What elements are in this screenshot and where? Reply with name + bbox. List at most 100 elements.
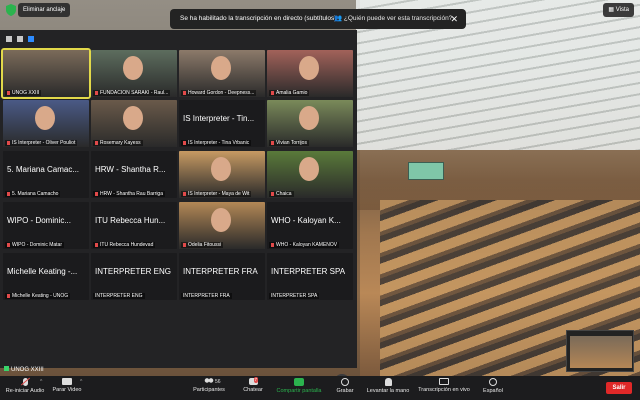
participant-name-text: Vivian Torrijos	[276, 140, 307, 146]
mic-muted-icon	[95, 91, 98, 95]
participant-tile[interactable]: Chaica	[267, 151, 353, 198]
share-screen-button[interactable]: Compartir pantalla	[274, 378, 324, 394]
participants-button[interactable]: Participantes	[190, 378, 228, 393]
participant-name-text: INTERPRETER SPA	[271, 293, 318, 299]
participant-tile[interactable]: Vivian Torrijos	[267, 100, 353, 147]
participant-name-label: Vivian Torrijos	[269, 140, 309, 146]
participant-name-large: INTERPRETER FRA	[183, 267, 258, 276]
participant-tile[interactable]: Odelia Fitoussi	[179, 202, 265, 249]
mic-muted-icon	[183, 192, 186, 196]
participant-name-text: Amalia Gamio	[276, 90, 308, 96]
mic-muted-icon	[271, 192, 274, 196]
participant-tile[interactable]: HRW - Shantha R... HRW - Shantha Rau Barr…	[91, 151, 177, 198]
video-button[interactable]: Parar Video	[50, 378, 84, 393]
participants-count: 56	[215, 379, 221, 385]
participant-name-large: INTERPRETER ENG	[95, 267, 172, 276]
participants-label: Participantes	[193, 387, 225, 393]
participant-name-large: WIPO - Dominic...	[7, 216, 72, 225]
grid-icon: ▦	[608, 7, 616, 13]
record-icon	[341, 378, 349, 386]
participant-tile[interactable]: INTERPRETER ENG INTERPRETER ENG	[91, 253, 177, 300]
participant-face	[211, 208, 231, 232]
participant-name-label: WIPO - Dominic Matar	[5, 242, 65, 248]
participant-face	[123, 106, 143, 130]
chat-button[interactable]: 7 Chatear	[238, 377, 268, 393]
participant-tile[interactable]: IS Interpreter - Tin... IS Interpreter - …	[179, 100, 265, 147]
raise-hand-label: Levantar la mano	[366, 388, 410, 394]
participant-face	[211, 56, 231, 80]
participant-tile[interactable]: Howard Gordon - Deepness...	[179, 50, 265, 97]
participant-tile[interactable]: Rosemary Kayess	[91, 100, 177, 147]
participant-tile[interactable]: 5. Mariana Camac... 5. Mariana Camacho	[3, 151, 89, 198]
participant-tile[interactable]: INTERPRETER SPA INTERPRETER SPA	[267, 253, 353, 300]
participant-name-text: IS Interpreter - Maya de Wit	[188, 191, 250, 197]
participant-tile[interactable]: Michelle Keating -... Michelle Keating - …	[3, 253, 89, 300]
gallery-view-icon[interactable]	[28, 36, 34, 42]
audio-label: Re-iniciar Audio	[5, 388, 45, 394]
live-transcript-label: Transcripción en vivo	[418, 387, 470, 393]
participant-face	[299, 106, 319, 130]
participant-tile[interactable]: INTERPRETER FRA INTERPRETER FRA	[179, 253, 265, 300]
close-icon[interactable]: ✕	[450, 9, 458, 29]
participant-name-label: UNOG XXIII	[5, 90, 42, 96]
participant-name-text: Rosemary Kayess	[100, 140, 141, 146]
participant-tile[interactable]: WHO - Kaloyan K... WHO - Kaloyan KAMENOV	[267, 202, 353, 249]
participant-name-label: Odelia Fitoussi	[181, 242, 224, 248]
record-button[interactable]: Grabar	[332, 378, 358, 394]
audio-options-icon[interactable]: ^	[40, 379, 42, 385]
participant-name-text: ITU Rebecca Hundevad	[100, 242, 154, 248]
who-can-see-label: ¿Quién puede ver esta transcripción?	[343, 15, 453, 22]
notice-text: Se ha habilitado la transcripción en dir…	[180, 15, 337, 22]
mic-muted-icon	[95, 192, 98, 196]
participant-name-large: WHO - Kaloyan K...	[271, 216, 341, 225]
participant-name-text: Howard Gordon - Deepness...	[188, 90, 255, 96]
video-label: Parar Video	[52, 387, 82, 393]
participant-name-large: Michelle Keating -...	[7, 267, 78, 276]
leave-button[interactable]: Salir	[606, 382, 632, 394]
interpretation-button[interactable]: Español	[478, 378, 508, 394]
gallery-panel: UNOG XXIII FUNDACION SARAKI - Raul... Howa…	[0, 30, 357, 390]
video-options-icon[interactable]: ^	[80, 379, 82, 385]
who-can-see-link[interactable]: 👥 ¿Quién puede ver esta transcripción?	[334, 9, 452, 29]
chat-icon: 7	[248, 377, 259, 385]
participant-name-label: Michelle Keating - UNOG	[5, 293, 71, 299]
unpin-button[interactable]: Eliminar anclaje	[18, 3, 71, 17]
participant-tile[interactable]: WIPO - Dominic... WIPO - Dominic Matar	[3, 202, 89, 249]
speaker-view-icon[interactable]	[17, 36, 23, 42]
mic-muted-icon	[183, 141, 186, 145]
mic-muted-icon	[271, 91, 274, 95]
zoom-meeting-window: Eliminar anclaje ▦ Vista Se ha habilitad…	[0, 0, 640, 400]
view-button[interactable]: ▦ Vista	[603, 3, 634, 17]
participant-name-large: 5. Mariana Camac...	[7, 165, 80, 174]
participant-name-text: FUNDACION SARAKI - Raul...	[100, 90, 169, 96]
record-label: Grabar	[336, 388, 354, 394]
participant-tile[interactable]: IS Interpreter - Maya de Wit	[179, 151, 265, 198]
participant-name-label: ITU Rebecca Hundevad	[93, 242, 156, 248]
participant-tile[interactable]: Amalia Gamio	[267, 50, 353, 97]
mic-muted-icon	[7, 294, 10, 298]
participant-name-large: IS Interpreter - Tin...	[183, 114, 255, 123]
mic-muted-icon	[7, 192, 10, 196]
participant-name-large: HRW - Shantha R...	[95, 165, 166, 174]
participant-tile[interactable]: FUNDACION SARAKI - Raul...	[91, 50, 177, 97]
mic-muted-icon	[95, 141, 98, 145]
participant-tile[interactable]: IS Interpreter - Oliver Pouliot	[3, 100, 89, 147]
mic-muted-icon	[271, 141, 274, 145]
participant-name-text: INTERPRETER FRA	[183, 293, 230, 299]
participant-name-text: UNOG XXIII	[12, 90, 40, 96]
mic-muted-icon	[7, 243, 10, 247]
participant-face	[123, 56, 143, 80]
mic-muted-icon	[22, 378, 28, 386]
participant-tile[interactable]: UNOG XXIII	[1, 48, 91, 99]
participant-tile[interactable]: ITU Rebecca Hun... ITU Rebecca Hundevad	[91, 202, 177, 249]
participant-name-label: Amalia Gamio	[269, 90, 310, 96]
minimize-icon[interactable]	[6, 36, 12, 42]
camera-icon	[62, 378, 72, 385]
room-display-screen	[408, 162, 444, 180]
raise-hand-button[interactable]: Levantar la mano	[364, 378, 412, 394]
self-view-thumbnail[interactable]	[566, 330, 634, 372]
participant-name-text: Odelia Fitoussi	[188, 242, 222, 248]
mic-muted-icon	[183, 91, 186, 95]
shield-icon[interactable]	[6, 4, 16, 16]
live-transcript-button[interactable]: Transcripción en vivo	[416, 378, 472, 393]
